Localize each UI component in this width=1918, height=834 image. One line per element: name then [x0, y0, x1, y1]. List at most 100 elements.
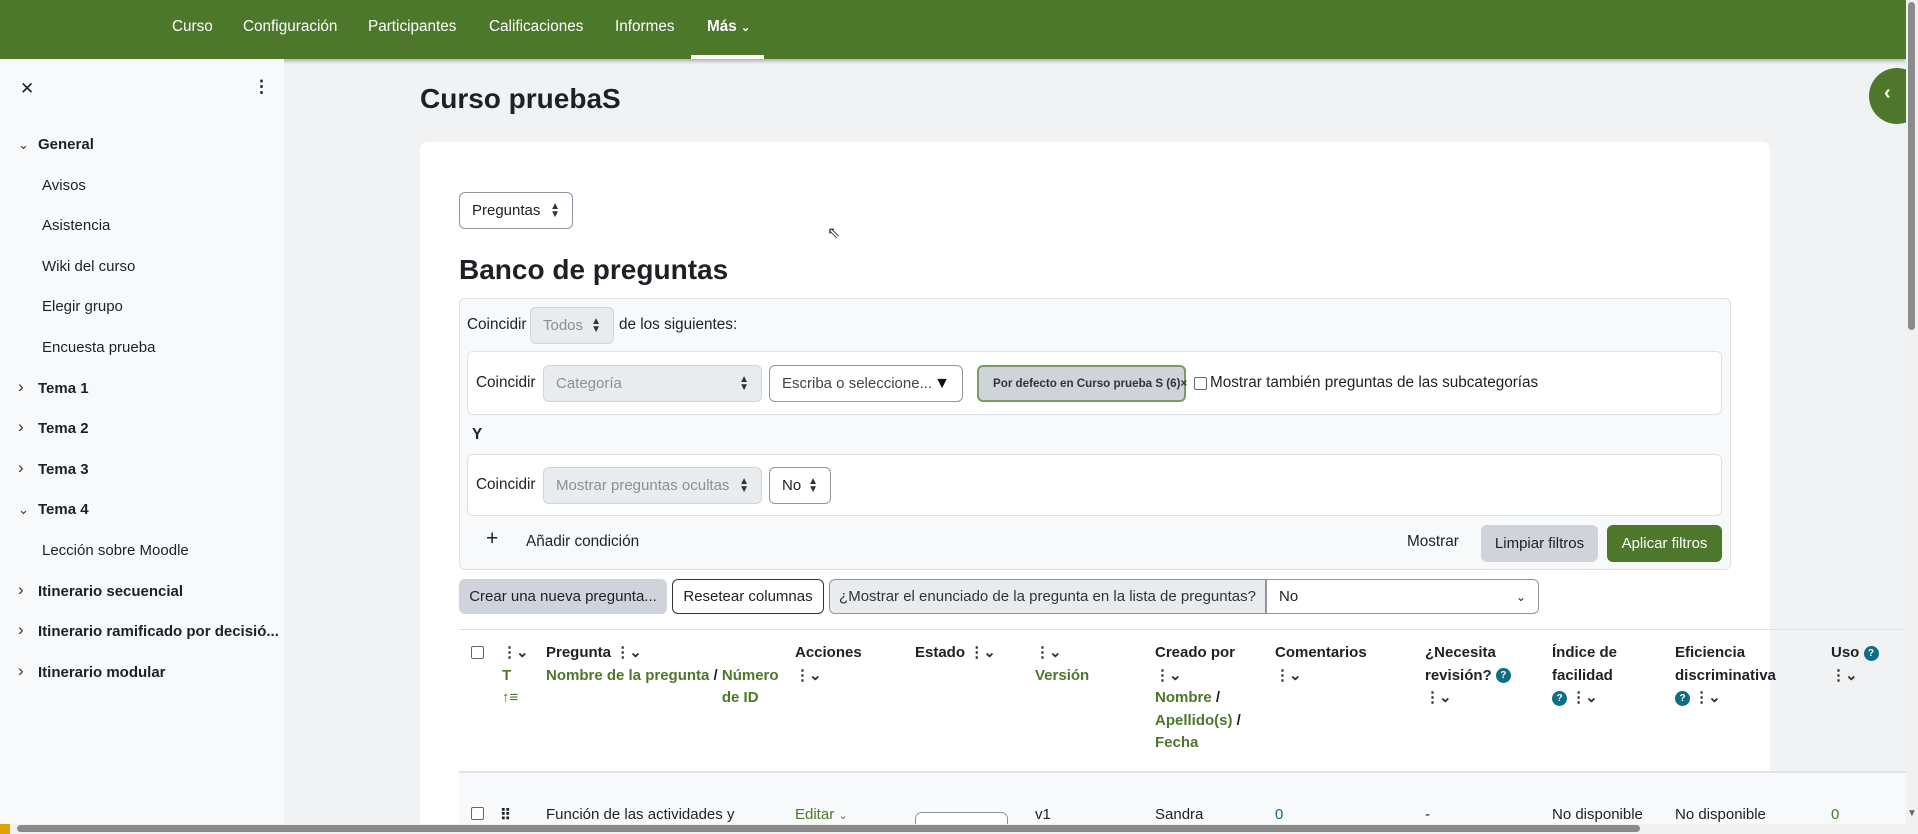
- sort-date-link[interactable]: Fecha: [1155, 734, 1198, 751]
- kebab-menu-icon[interactable]: ⋮: [253, 77, 270, 97]
- hidden-value-select[interactable]: No ▲ ▼: [769, 467, 831, 504]
- match-label: Coincidir: [467, 316, 527, 333]
- drag-handle-icon[interactable]: ⠿: [500, 806, 511, 824]
- help-icon[interactable]: ?: [1552, 690, 1567, 706]
- of-following-label: de los siguientes:: [619, 316, 738, 333]
- caret-down-icon: ▼: [934, 374, 950, 392]
- condition-type-select[interactable]: Mostrar preguntas ocultas ▲ ▼: [543, 467, 762, 504]
- sort-firstname-link[interactable]: Nombre: [1155, 689, 1212, 706]
- sidebar-item[interactable]: Wiki del curso: [42, 258, 135, 275]
- column-menu-icon[interactable]: ⋮⌄: [502, 644, 529, 661]
- sort-lastname-link[interactable]: Apellido(s): [1155, 712, 1233, 729]
- nav-informes[interactable]: Informes: [615, 18, 675, 36]
- top-navigation: Curso Configuración Participantes Califi…: [0, 0, 1906, 59]
- chevron-right-icon[interactable]: ›: [18, 580, 24, 600]
- show-question-text-select[interactable]: No ⌄: [1266, 579, 1539, 614]
- match-all-select[interactable]: Todos ▲ ▼: [530, 307, 614, 344]
- apply-filters-button[interactable]: Aplicar filtros: [1607, 525, 1722, 562]
- chevron-right-icon[interactable]: ›: [18, 620, 24, 640]
- nav-participantes[interactable]: Participantes: [368, 18, 456, 36]
- column-menu-icon[interactable]: ⋮⌄: [1035, 644, 1062, 661]
- help-icon[interactable]: ?: [1863, 645, 1879, 661]
- nav-calificaciones[interactable]: Calificaciones: [489, 18, 583, 36]
- sidebar-item[interactable]: Asistencia: [42, 217, 110, 234]
- sidebar-section[interactable]: Tema 2: [38, 420, 89, 437]
- sidebar-section[interactable]: Tema 3: [38, 461, 89, 478]
- discrimination-value: No disponible: [1675, 806, 1766, 823]
- column-menu-icon[interactable]: ⋮⌄: [615, 644, 642, 661]
- question-bank-navigation-select[interactable]: Preguntas ▲ ▼: [459, 192, 573, 229]
- help-icon[interactable]: ?: [1675, 690, 1690, 706]
- sidebar-section[interactable]: General: [38, 136, 94, 153]
- usage-link[interactable]: 0: [1831, 806, 1839, 823]
- category-chip[interactable]: Por defecto en Curso prueba S (6) ×: [977, 365, 1187, 402]
- sidebar-section[interactable]: Itinerario secuencial: [38, 583, 183, 600]
- column-menu-icon[interactable]: ⋮⌄: [1831, 667, 1858, 684]
- chevron-right-icon[interactable]: ›: [18, 417, 24, 437]
- horizontal-scrollbar[interactable]: [0, 824, 1906, 834]
- close-icon[interactable]: ✕: [20, 79, 34, 99]
- clear-filters-button[interactable]: Limpiar filtros: [1481, 525, 1598, 562]
- nav-mas[interactable]: Más ⌄: [707, 18, 750, 36]
- sidebar-item[interactable]: Elegir grupo: [42, 298, 123, 315]
- sidebar-section[interactable]: Itinerario modular: [38, 664, 166, 681]
- vertical-scrollbar[interactable]: ▼: [1906, 0, 1918, 834]
- sort-type-link[interactable]: T: [502, 667, 511, 684]
- edit-menu[interactable]: Editar ⌄: [795, 806, 848, 823]
- and-label: Y: [472, 426, 483, 443]
- input-placeholder: Escriba o seleccione...: [782, 375, 933, 392]
- chevron-right-icon[interactable]: ›: [18, 458, 24, 478]
- select-value: Mostrar preguntas ocultas: [556, 477, 730, 494]
- select-value: Categoría: [556, 375, 622, 392]
- show-toggle-button[interactable]: Mostrar: [1407, 533, 1459, 551]
- comments-link[interactable]: 0: [1275, 806, 1283, 823]
- edit-label: Editar: [795, 806, 835, 823]
- close-icon[interactable]: ×: [1180, 377, 1187, 390]
- help-icon[interactable]: ?: [1495, 668, 1511, 684]
- column-menu-icon[interactable]: ⋮⌄: [1694, 689, 1721, 706]
- column-menu-icon[interactable]: ⋮⌄: [1155, 667, 1182, 684]
- reset-columns-button[interactable]: Resetear columnas: [672, 579, 824, 614]
- nav-curso[interactable]: Curso: [172, 18, 213, 36]
- sort-name-link[interactable]: Nombre de la pregunta: [546, 667, 709, 684]
- nav-configuracion[interactable]: Configuración: [243, 18, 337, 36]
- chevron-right-icon[interactable]: ›: [18, 377, 24, 397]
- section-heading: Banco de preguntas: [459, 254, 729, 285]
- scroll-down-arrow-icon[interactable]: ▼: [1907, 808, 1917, 819]
- column-menu-icon[interactable]: ⋮⌄: [795, 667, 822, 684]
- chevron-down-icon[interactable]: ⌄: [18, 137, 29, 153]
- sort-version-link[interactable]: Versión: [1035, 667, 1089, 684]
- sort-arrows-icon: ▲ ▼: [739, 373, 749, 393]
- show-question-text-label: ¿Mostrar el enunciado de la pregunta en …: [829, 579, 1266, 614]
- sidebar-item[interactable]: Encuesta prueba: [42, 339, 155, 356]
- header-needs-review: ¿Necesita revisión?: [1425, 644, 1496, 684]
- column-menu-icon[interactable]: ⋮⌄: [1275, 667, 1302, 684]
- sort-arrows-icon: ▲ ▼: [591, 315, 601, 335]
- subcategories-checkbox[interactable]: [1194, 377, 1207, 390]
- category-autocomplete-input[interactable]: Escriba o seleccione... ▼: [769, 365, 963, 402]
- chevron-right-icon[interactable]: ›: [18, 661, 24, 681]
- column-menu-icon[interactable]: ⋮⌄: [969, 644, 996, 661]
- select-value: No: [1279, 588, 1299, 605]
- add-condition-button[interactable]: Añadir condición: [526, 533, 639, 551]
- sidebar-item[interactable]: Avisos: [42, 177, 86, 194]
- select-all-checkbox[interactable]: [471, 646, 484, 659]
- sort-arrows-icon: ▲ ▼: [739, 475, 749, 495]
- vertical-scrollbar-thumb[interactable]: [1908, 2, 1915, 330]
- select-value: Preguntas: [472, 202, 541, 219]
- sidebar-section[interactable]: Tema 1: [38, 380, 89, 397]
- horizontal-scrollbar-thumb[interactable]: [17, 825, 1640, 832]
- condition-type-select[interactable]: Categoría ▲ ▼: [543, 365, 762, 402]
- chevron-down-icon[interactable]: ⌄: [18, 502, 29, 518]
- chip-label: Por defecto en Curso prueba S (6): [993, 377, 1181, 390]
- sidebar-section[interactable]: Itinerario ramificado por decisió...: [38, 623, 279, 640]
- column-menu-icon[interactable]: ⋮⌄: [1571, 689, 1598, 706]
- plus-icon[interactable]: +: [486, 527, 498, 551]
- sort-idnumber-link[interactable]: Número de ID: [722, 665, 786, 710]
- create-question-button[interactable]: Crear una nueva pregunta...: [459, 579, 667, 614]
- column-menu-icon[interactable]: ⋮⌄: [1425, 689, 1452, 706]
- sidebar-section[interactable]: Tema 4: [38, 501, 89, 518]
- sidebar-item[interactable]: Lección sobre Moodle: [42, 542, 189, 559]
- row-checkbox[interactable]: [471, 807, 484, 820]
- match-label: Coincidir: [476, 476, 536, 493]
